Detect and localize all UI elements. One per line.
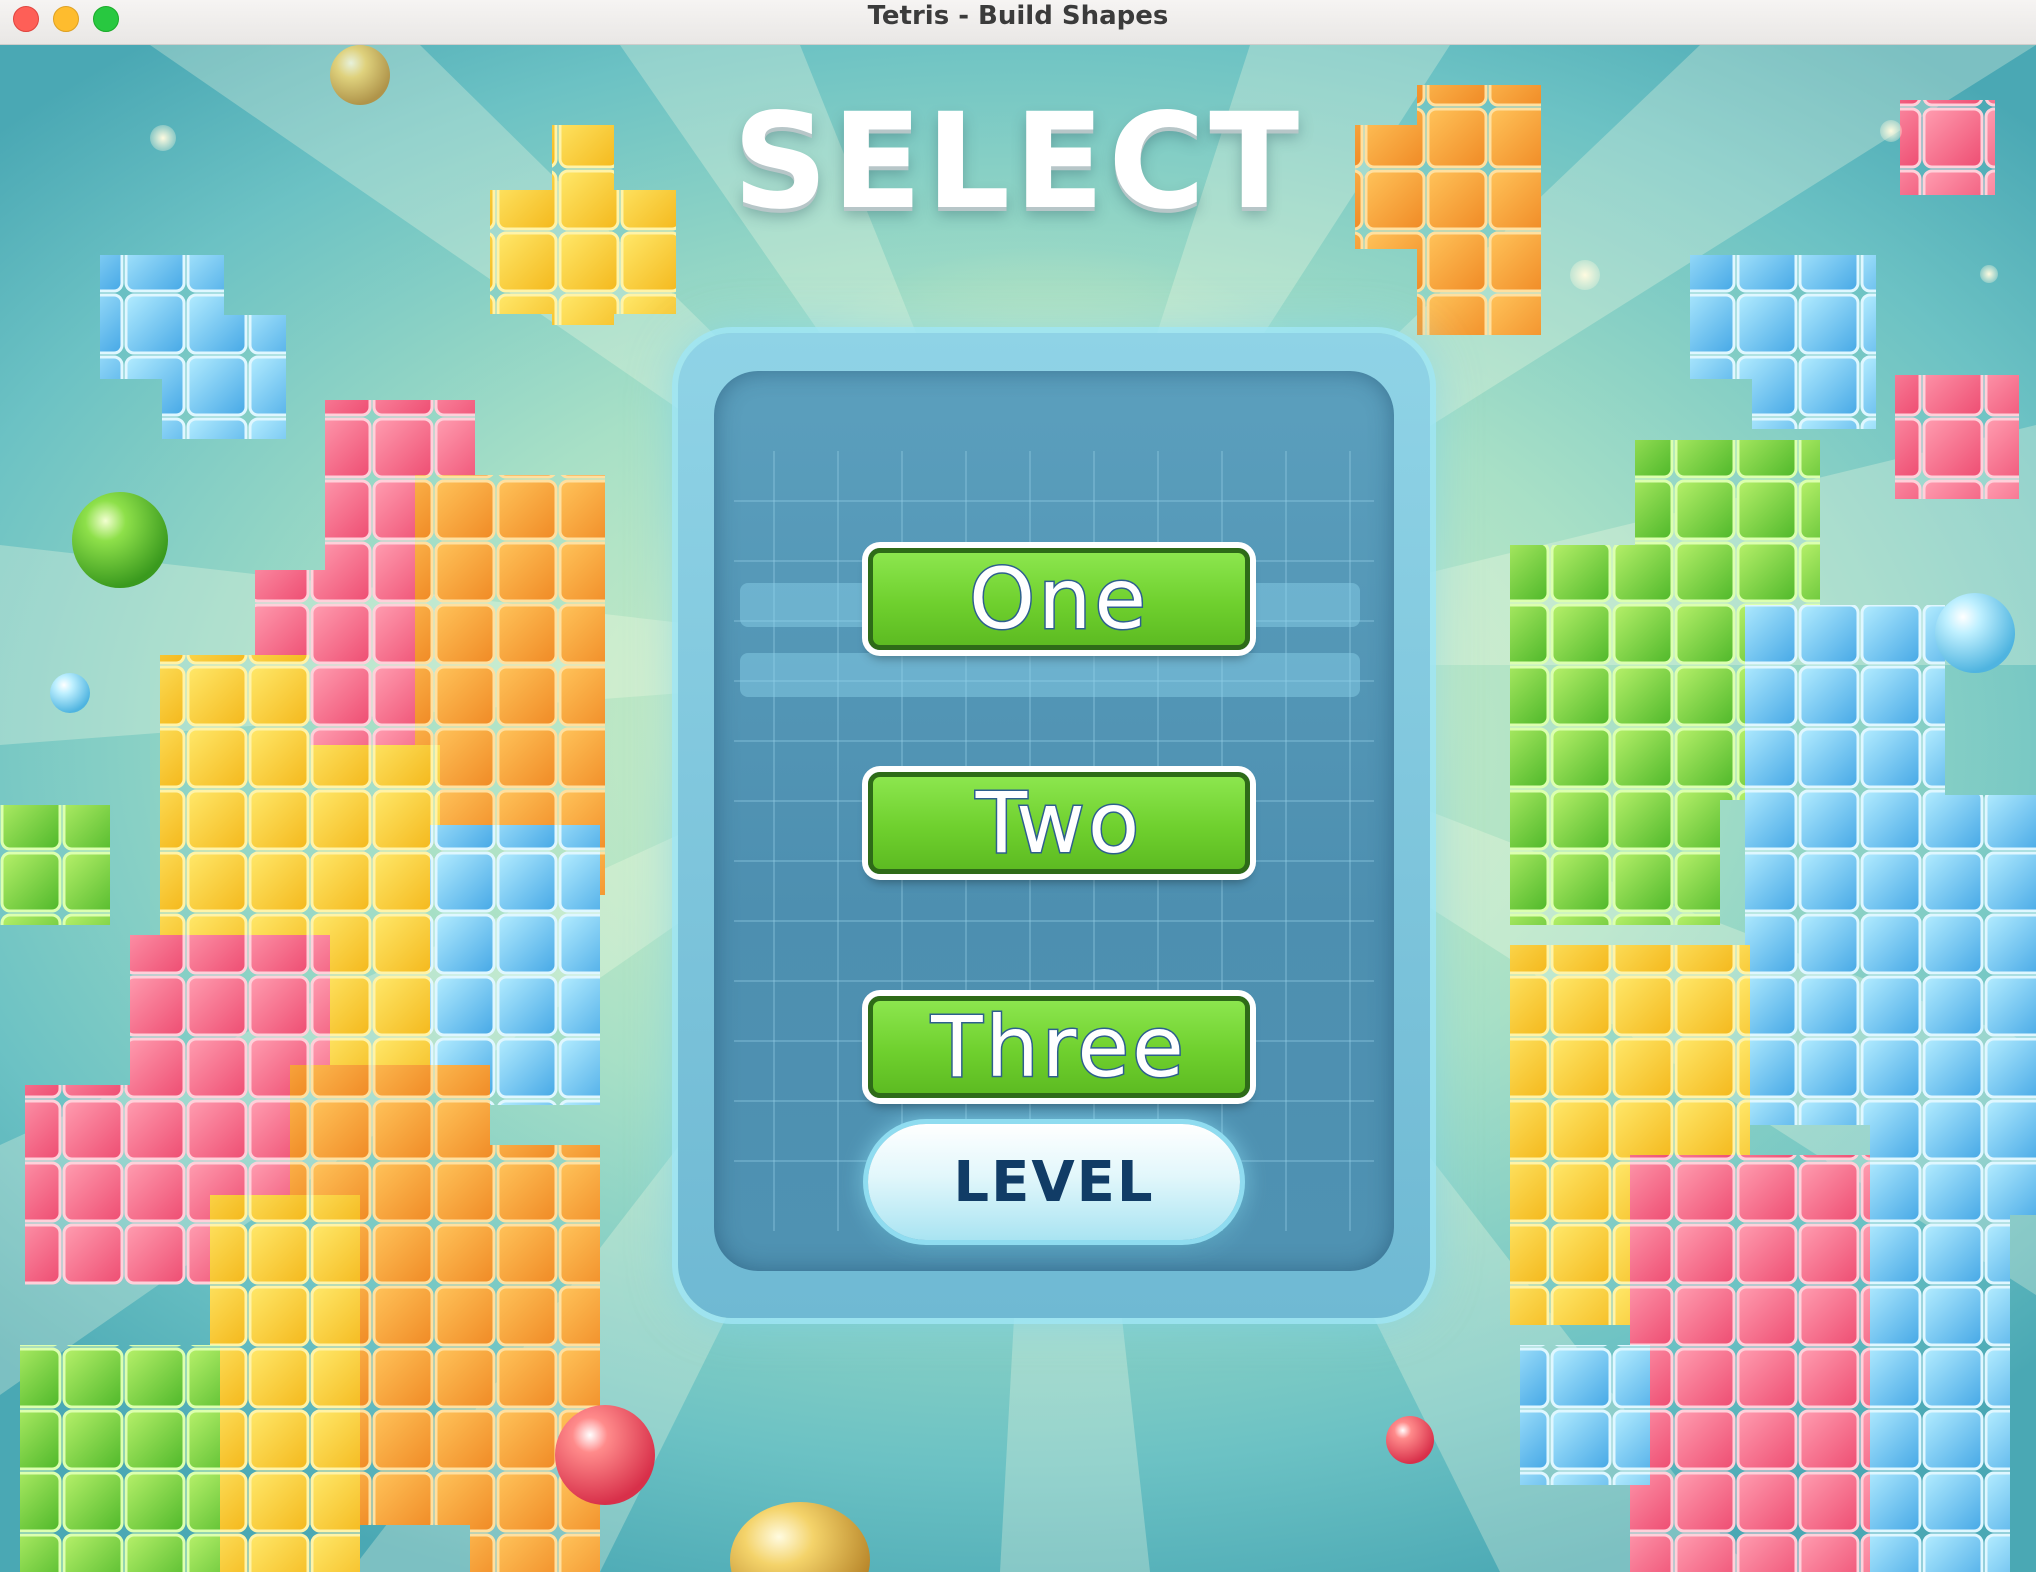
level-three-label: Three — [930, 998, 1187, 1096]
small-blue-ball — [50, 673, 90, 713]
right-block-stack — [1355, 85, 2036, 1572]
level-one-label: One — [967, 550, 1150, 648]
left-block-stack — [0, 125, 676, 1572]
select-heading: SELECT — [732, 85, 1304, 239]
green-ball — [72, 492, 168, 588]
sparkle — [1570, 260, 1600, 290]
app-window: Tetris - Build Shapes SELECT One Two Thr… — [0, 0, 2036, 1572]
level-two-label: Two — [974, 774, 1143, 872]
level-button-label: LEVEL — [953, 1149, 1155, 1215]
title-bar: Tetris - Build Shapes — [0, 0, 2036, 45]
level-button[interactable]: LEVEL — [868, 1124, 1240, 1240]
level-three-button[interactable]: Three — [868, 996, 1250, 1098]
sparkle — [1980, 265, 1998, 283]
red-ball — [555, 1405, 655, 1505]
blue-ball — [1935, 593, 2015, 673]
level-one-button[interactable]: One — [868, 548, 1250, 650]
small-red-ball — [1386, 1416, 1434, 1464]
level-two-button[interactable]: Two — [868, 772, 1250, 874]
window-title: Tetris - Build Shapes — [867, 1, 1169, 31]
gold-coin — [730, 1502, 870, 1572]
